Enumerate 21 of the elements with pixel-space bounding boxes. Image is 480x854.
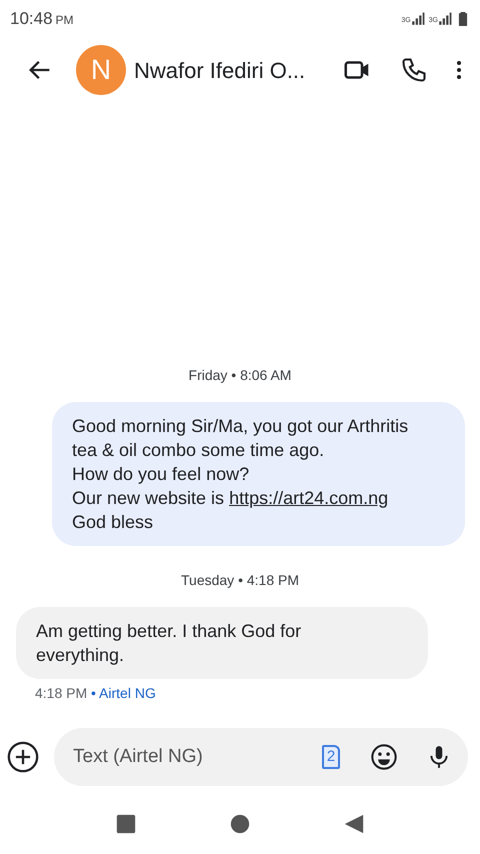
triangle-icon — [343, 813, 365, 835]
date-separator: Tuesday • 4:18 PM — [180, 571, 300, 590]
contact-name[interactable]: Nwafor Ifediri O... — [134, 54, 336, 86]
add-circle-icon — [6, 740, 40, 774]
square-icon — [115, 813, 137, 835]
date-separator: Friday • 8:06 AM — [188, 366, 292, 385]
circle-icon — [229, 813, 251, 835]
signal-icon — [410, 12, 425, 26]
message-time: 4:18 PM — [35, 685, 88, 701]
clock-time: 10:48 — [10, 8, 53, 30]
clock-period: PM — [56, 12, 74, 30]
smiley-icon — [370, 743, 398, 771]
message-link[interactable]: https://art24.com.ng — [229, 488, 388, 508]
more-vertical-icon — [456, 59, 462, 81]
battery-icon — [456, 10, 470, 28]
sim-label: • Airtel NG — [91, 685, 156, 701]
sent-message: Good morning Sir/Ma, you got our Arthritis tea & oil combo some time ago. How do you feel now? Our new website is https://art24.com.ng God bless — [52, 402, 465, 546]
signal-icon — [438, 12, 452, 26]
contact-avatar: N — [76, 45, 126, 95]
received-message: Am getting better. I thank God for everything. — [16, 607, 428, 679]
phone-icon — [400, 56, 428, 84]
